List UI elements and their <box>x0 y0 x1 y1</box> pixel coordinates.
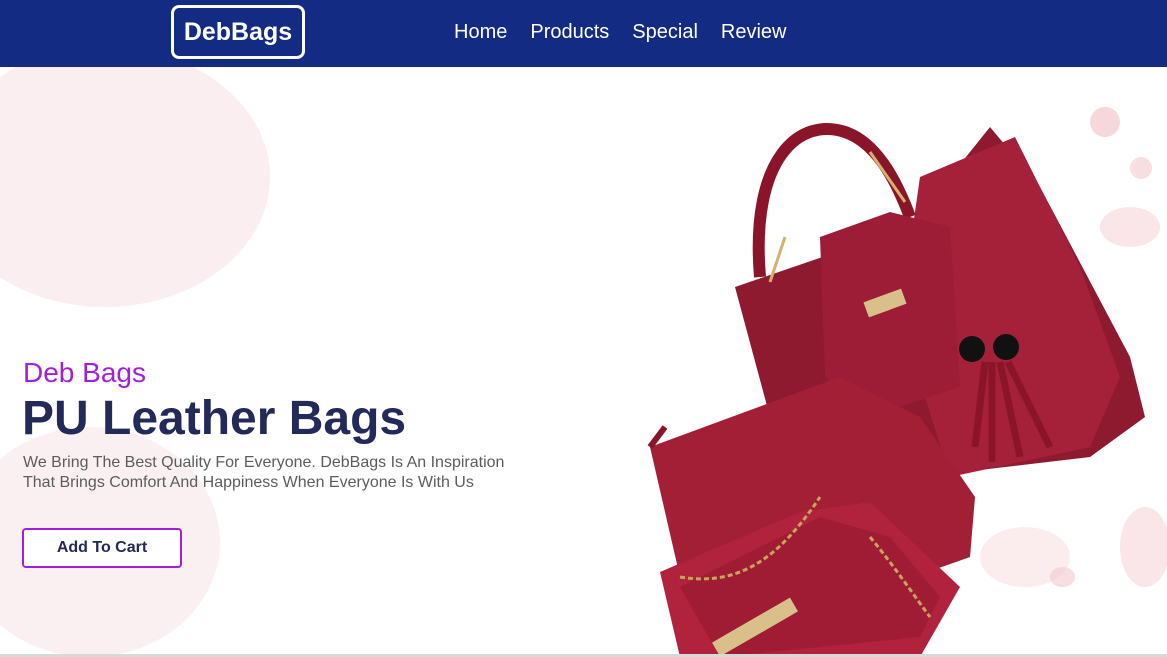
nav-link-special[interactable]: Special <box>632 19 698 45</box>
hero-description: We Bring The Best Quality For Everyone. … <box>23 454 505 491</box>
logo[interactable]: DebBags <box>171 5 305 59</box>
hero-subtitle: Deb Bags <box>23 357 146 388</box>
hero-title: PU Leather Bags <box>22 392 407 445</box>
nav-link-home[interactable]: Home <box>454 19 507 45</box>
product-image-red-bags <box>647 123 1145 657</box>
nav-link-review[interactable]: Review <box>721 19 787 45</box>
hero-section: Deb Bags PU Leather Bags We Bring The Be… <box>0 67 1167 657</box>
nav-links: Home Products Special Review <box>454 19 786 45</box>
navbar: DebBags Home Products Special Review <box>0 0 1167 67</box>
add-to-cart-button[interactable]: Add To Cart <box>22 528 182 568</box>
nav-link-products[interactable]: Products <box>530 19 609 45</box>
